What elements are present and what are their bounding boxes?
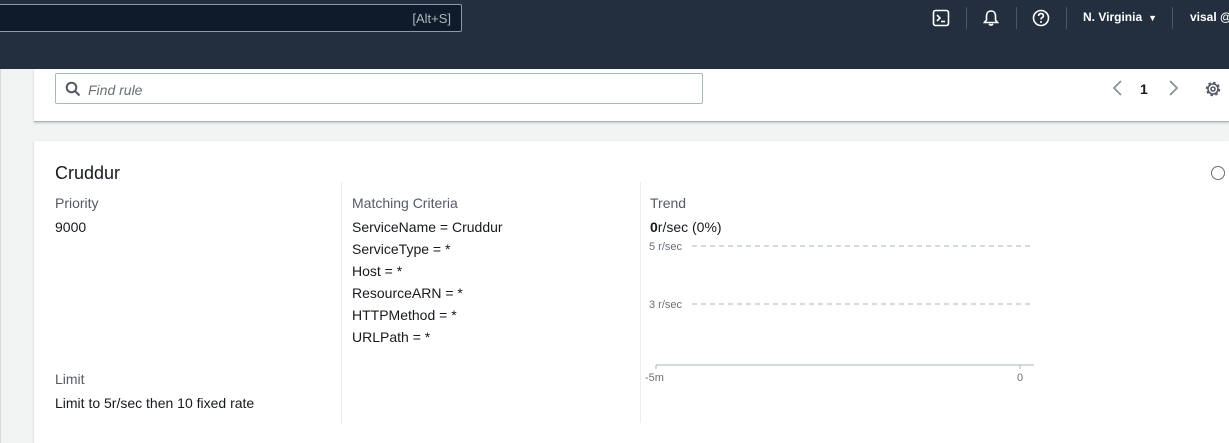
y-reference-label: 3 r/sec bbox=[649, 299, 683, 311]
side-nav-rail bbox=[0, 69, 1, 443]
nav-divider bbox=[1172, 7, 1173, 29]
bell-icon[interactable] bbox=[982, 9, 1000, 27]
nav-divider bbox=[1016, 7, 1017, 29]
limit-value: Limit to 5r/sec then 10 fixed rate bbox=[55, 395, 255, 411]
gear-icon bbox=[1205, 81, 1221, 97]
trend-rate-value: 0 bbox=[650, 219, 658, 235]
column-divider bbox=[341, 182, 342, 423]
current-page-number[interactable]: 1 bbox=[1140, 81, 1148, 97]
caret-down-icon: ▼ bbox=[1148, 13, 1158, 23]
chevron-left-icon bbox=[1112, 80, 1122, 96]
search-shortcut-hint: [Alt+S] bbox=[412, 11, 451, 26]
matching-criteria-label: Matching Criteria bbox=[352, 195, 458, 211]
criteria-item: ResourceARN = * bbox=[352, 285, 463, 301]
criteria-item: Host = * bbox=[352, 263, 403, 279]
sampling-rule-card: Cruddur Priority 9000 Limit Limit to 5r/… bbox=[34, 141, 1229, 443]
rule-select-radio[interactable] bbox=[1211, 166, 1225, 180]
x-tick-label: 0 bbox=[1017, 372, 1023, 384]
trend-rate: 0r/sec (0%) bbox=[650, 219, 722, 235]
criteria-item: ServiceName = Cruddur bbox=[352, 219, 503, 235]
column-divider bbox=[640, 182, 641, 423]
preferences-button[interactable] bbox=[1203, 79, 1223, 99]
chevron-right-icon bbox=[1169, 80, 1179, 96]
next-page-button[interactable] bbox=[1166, 79, 1180, 97]
y-reference-label: 5 r/sec bbox=[649, 241, 683, 253]
nav-divider bbox=[1066, 7, 1067, 29]
trend-rate-unit: r/sec (0%) bbox=[657, 219, 722, 235]
find-rule-placeholder: Find rule bbox=[88, 82, 143, 98]
limit-label: Limit bbox=[55, 371, 85, 387]
criteria-item: HTTPMethod = * bbox=[352, 307, 457, 323]
rule-name: Cruddur bbox=[55, 163, 121, 183]
rules-toolbar: Find rule 1 bbox=[34, 69, 1229, 122]
region-selector[interactable]: N. Virginia ▼ bbox=[1083, 10, 1157, 24]
top-navigation-bar: [Alt+S] N. Virginia ▼ visal @ bbox=[0, 0, 1229, 69]
search-icon bbox=[65, 81, 81, 102]
global-search-input[interactable]: [Alt+S] bbox=[0, 4, 462, 32]
find-rule-input[interactable]: Find rule bbox=[55, 73, 703, 104]
priority-value: 9000 bbox=[55, 219, 87, 235]
trend-label: Trend bbox=[650, 195, 687, 211]
account-menu[interactable]: visal @ bbox=[1190, 10, 1229, 24]
priority-label: Priority bbox=[55, 195, 99, 211]
criteria-item: ServiceType = * bbox=[352, 241, 451, 257]
cloudshell-icon[interactable] bbox=[932, 9, 950, 27]
help-icon[interactable] bbox=[1032, 9, 1050, 27]
region-label: N. Virginia bbox=[1083, 10, 1143, 24]
x-tick-label: -5m bbox=[645, 372, 664, 384]
nav-divider bbox=[966, 7, 967, 29]
criteria-item: URLPath = * bbox=[352, 329, 431, 345]
previous-page-button[interactable] bbox=[1111, 79, 1125, 97]
trend-chart: 5 r/sec 3 r/sec -5m 0 bbox=[645, 241, 1034, 384]
